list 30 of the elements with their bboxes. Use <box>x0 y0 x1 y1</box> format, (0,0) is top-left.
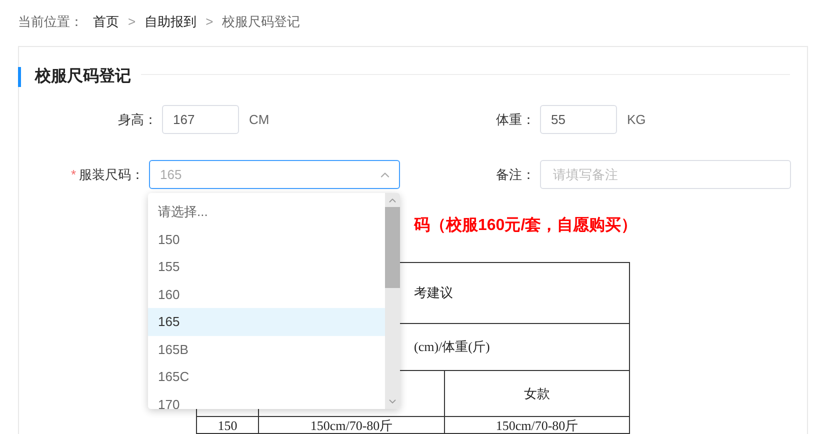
table-cell: 女款 <box>445 371 630 417</box>
table-cell: 150cm/70-80斤 <box>445 417 630 434</box>
field-label: 备注： <box>495 166 535 184</box>
title-accent-bar <box>18 67 21 87</box>
unit-label: CM <box>249 110 270 129</box>
scrollbar-thumb[interactable] <box>385 207 400 288</box>
unit-label: KG <box>627 110 646 129</box>
notice-text: 码（校服160元/套，自愿购买） <box>414 216 638 236</box>
dropdown-option[interactable]: 170 <box>148 390 385 409</box>
table-cell: 150cm/70-80斤 <box>259 417 445 434</box>
height-input[interactable]: 167 <box>162 105 239 134</box>
breadcrumb-link[interactable]: 首页 <box>93 12 119 32</box>
breadcrumb-separator: > <box>128 13 136 32</box>
breadcrumb-separator: > <box>206 13 214 32</box>
breadcrumb-link[interactable]: 校服尺码登记 <box>222 12 300 32</box>
dropdown-option[interactable]: 请选择... <box>148 198 385 226</box>
field-label: 服装尺码： <box>79 166 144 184</box>
weight-input[interactable]: 55 <box>540 105 617 134</box>
field-label: 体重： <box>495 110 535 129</box>
section-title: 校服尺码登记 <box>35 66 131 87</box>
dropdown-option[interactable]: 165 <box>148 308 385 336</box>
required-mark: * <box>70 166 76 184</box>
dropdown-option[interactable]: 150 <box>148 226 385 253</box>
breadcrumb-link[interactable]: 自助报到 <box>144 12 197 32</box>
table-cell: 150 <box>197 417 259 434</box>
field-label: 身高： <box>117 110 157 129</box>
scrollbar[interactable] <box>385 193 400 409</box>
breadcrumb-label: 当前位置： <box>18 13 83 32</box>
size-select[interactable]: 165 <box>149 160 400 189</box>
remark-input[interactable]: 请填写备注 <box>540 160 791 189</box>
